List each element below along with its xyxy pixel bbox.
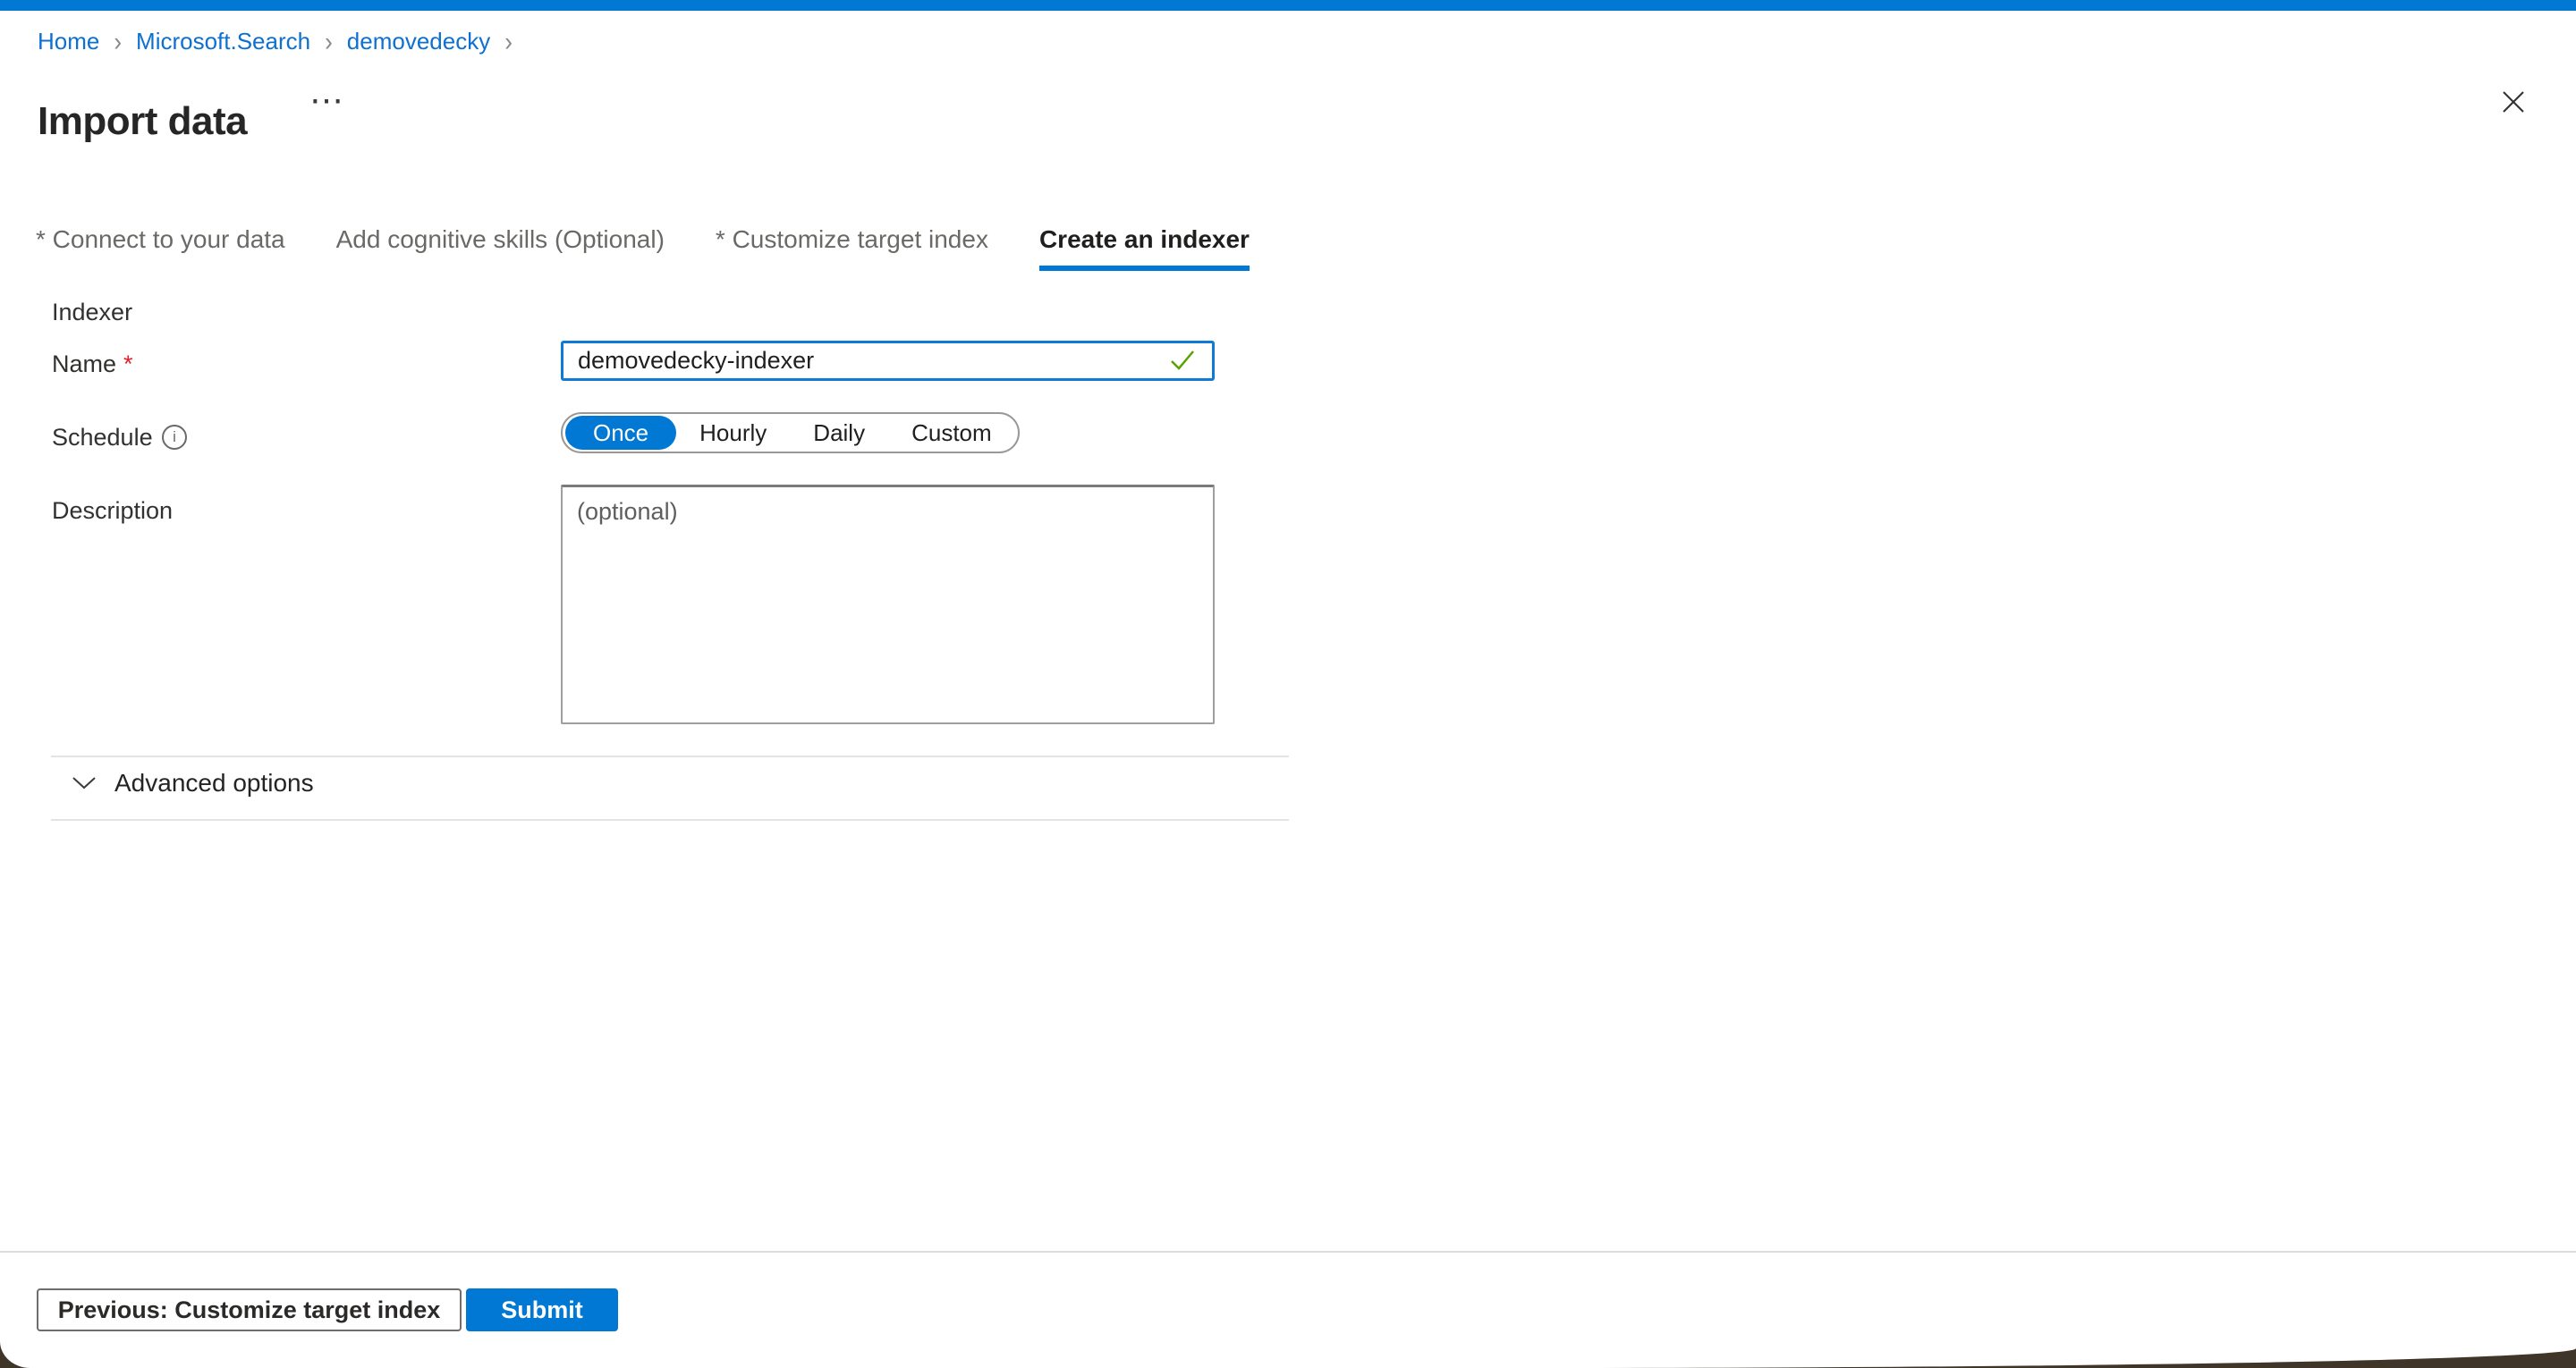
breadcrumb-link-microsoft-search[interactable]: Microsoft.Search [136, 28, 310, 55]
wizard-tabs: * Connect to your data Add cognitive ski… [36, 225, 1250, 271]
validation-check [1170, 350, 1195, 376]
schedule-option-custom[interactable]: Custom [888, 416, 1015, 450]
breadcrumb-separator-icon: › [504, 26, 513, 58]
previous-step-button[interactable]: Previous: Customize target index [37, 1288, 462, 1331]
breadcrumb: Home › Microsoft.Search › demovedecky › [38, 28, 513, 55]
divider [51, 819, 1289, 821]
indexer-name-input[interactable] [561, 341, 1215, 381]
page-title: Import data [38, 99, 247, 144]
indexer-section-heading: Indexer [52, 299, 132, 326]
close-button[interactable] [2494, 82, 2533, 122]
advanced-options-label: Advanced options [114, 769, 314, 798]
description-textarea[interactable] [561, 485, 1215, 724]
name-label-text: Name [52, 350, 116, 377]
breadcrumb-link-home[interactable]: Home [38, 28, 99, 55]
top-accent-bar [0, 0, 2576, 11]
schedule-option-once[interactable]: Once [565, 416, 676, 450]
tab-add-cognitive-skills[interactable]: Add cognitive skills (Optional) [336, 225, 665, 271]
description-label: Description [52, 497, 173, 525]
more-options-button[interactable]: ⋯ [304, 79, 349, 123]
chevron-down-icon [72, 776, 97, 790]
name-label: Name * [52, 350, 133, 378]
import-data-pane: Home › Microsoft.Search › demovedecky › … [0, 0, 2576, 1368]
submit-button[interactable]: Submit [466, 1288, 618, 1331]
schedule-label: Schedule [52, 424, 153, 452]
schedule-option-hourly[interactable]: Hourly [676, 416, 790, 450]
schedule-toggle-group: Once Hourly Daily Custom [561, 412, 1020, 453]
tab-connect-to-your-data[interactable]: * Connect to your data [36, 225, 285, 271]
breadcrumb-separator-icon: › [114, 26, 122, 58]
tab-create-an-indexer[interactable]: Create an indexer [1039, 225, 1250, 271]
info-icon[interactable]: i [162, 425, 187, 450]
tab-customize-target-index[interactable]: * Customize target index [716, 225, 988, 271]
advanced-options-toggle[interactable]: Advanced options [72, 769, 314, 798]
footer-divider [0, 1251, 2576, 1253]
checkmark-icon [1170, 350, 1195, 371]
breadcrumb-separator-icon: › [325, 26, 333, 58]
divider [51, 756, 1289, 757]
close-icon [2499, 88, 2528, 116]
schedule-option-daily[interactable]: Daily [790, 416, 888, 450]
required-asterisk: * [123, 350, 133, 377]
breadcrumb-link-demovedecky[interactable]: demovedecky [347, 28, 490, 55]
